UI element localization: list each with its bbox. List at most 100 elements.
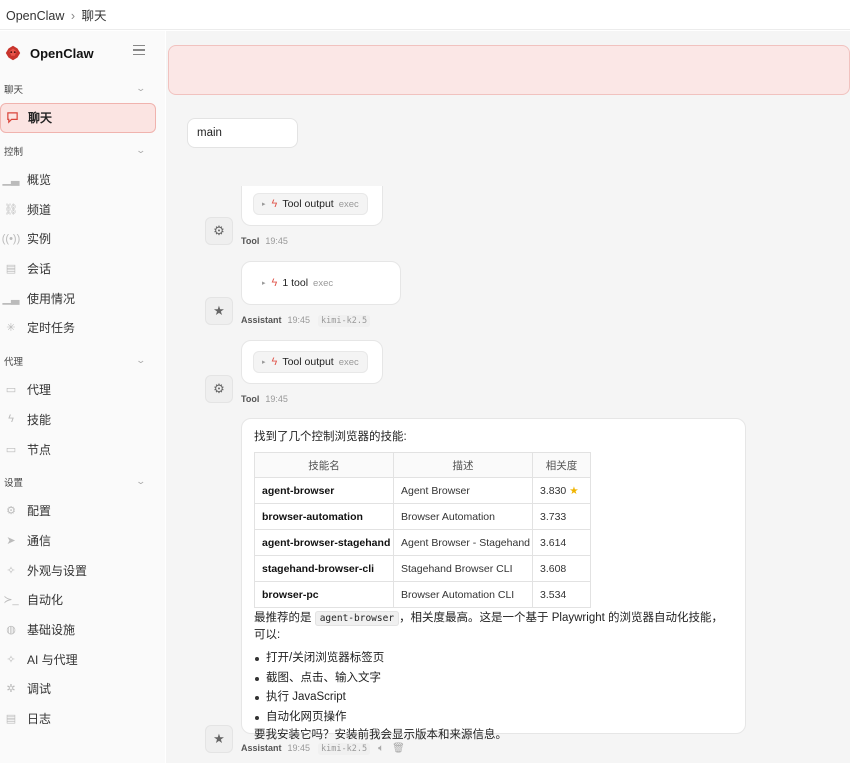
session-value: main	[197, 127, 222, 139]
tool-output-toggle[interactable]: ▸ ϟ Tool output exec	[253, 351, 368, 373]
sidebar-item-communication[interactable]: ➤ 通信	[0, 526, 165, 556]
session-selector[interactable]: main	[187, 118, 298, 148]
skill-desc: Agent Browser	[393, 477, 533, 504]
recommend-prefix: 最推荐的是	[254, 612, 312, 624]
table-row: stagehand-browser-cli Stagehand Browser …	[254, 555, 591, 582]
sidebar-item-sessions[interactable]: ▤ 会话	[0, 254, 165, 284]
message-intro: 找到了几个控制浏览器的技能:	[254, 431, 407, 443]
chevron-down-icon[interactable]: ⌄	[136, 476, 147, 487]
message-role: Assistant	[241, 743, 282, 753]
sidebar-section-control[interactable]: 控制 ⌄	[0, 137, 165, 165]
monitor-icon: ▭	[5, 443, 17, 456]
pill-label: Tool output	[282, 198, 334, 210]
sidebar-item-config[interactable]: ⚙ 配置	[0, 496, 165, 526]
chevron-down-icon[interactable]: ⌄	[136, 145, 147, 156]
sidebar-item-label: AI 与代理	[27, 652, 78, 667]
sparkle-icon: ✧	[6, 564, 16, 577]
star-icon: ★	[569, 484, 579, 497]
message-question: 要我安装它吗？安装前我会显示版本和来源信息。	[254, 729, 507, 741]
top-bar: OpenClaw › 聊天	[0, 0, 850, 30]
brand-name: OpenClaw	[30, 45, 94, 61]
chevron-down-icon[interactable]: ⌄	[136, 355, 147, 366]
brand: OpenClaw	[0, 31, 165, 75]
sidebar-section-settings[interactable]: 设置 ⌄	[0, 468, 165, 496]
skill-score: 3.830	[540, 484, 567, 497]
message-time: 19:45	[265, 236, 288, 246]
table-row: agent-browser Agent Browser 3.830 ★	[254, 477, 591, 504]
sidebar-item-automation[interactable]: ≻_ 自动化	[0, 585, 165, 615]
link-icon: ⛓	[4, 203, 18, 216]
breadcrumb-app[interactable]: OpenClaw	[6, 9, 64, 23]
skill-desc: Stagehand Browser CLI	[393, 555, 533, 582]
message-meta: Assistant 19:45 kimi-k2.5	[241, 315, 371, 327]
sidebar-item-nodes[interactable]: ▭ 节点	[0, 434, 165, 464]
caret-icon: ▸	[262, 280, 266, 287]
sidebar-item-label: 使用情况	[27, 291, 76, 306]
document-icon: ▤	[5, 263, 17, 276]
message-time: 19:45	[287, 315, 311, 325]
gear-icon: ⚙	[205, 375, 233, 403]
sidebar-item-instances[interactable]: ((•)) 实例	[0, 224, 165, 254]
sidebar-item-appearance[interactable]: ✧ 外观与设置	[0, 555, 165, 585]
speaker-icon[interactable]: 🔈︎	[378, 743, 384, 754]
sidebar-item-chat[interactable]: 聊天	[0, 103, 156, 133]
bolt-icon: ϟ	[271, 198, 278, 210]
sidebar-item-skills[interactable]: ϟ 技能	[0, 405, 165, 435]
list-item: 打开/关闭浏览器标签页	[254, 649, 733, 669]
model-badge: kimi-k2.5	[318, 743, 371, 755]
sidebar-section-title: 控制	[4, 146, 24, 158]
list-item: 执行 JavaScript	[254, 688, 733, 708]
bar-chart-icon: ▁▃	[2, 174, 20, 187]
skill-name: stagehand-browser-cli	[254, 555, 394, 582]
chat-bubble-icon	[5, 111, 19, 125]
skill-desc: Browser Automation	[393, 503, 533, 530]
bolt-icon: ϟ	[271, 277, 278, 289]
hamburger-icon[interactable]	[133, 45, 145, 56]
column-header: 描述	[393, 452, 533, 478]
skill-desc: Agent Browser - Stagehand	[393, 529, 533, 556]
message-time: 19:45	[265, 394, 288, 404]
skill-name: browser-automation	[254, 503, 394, 530]
tool-output-toggle[interactable]: ▸ ϟ Tool output exec	[253, 193, 368, 215]
sidebar-item-overview[interactable]: ▁▃ 概览	[0, 165, 165, 195]
sidebar-item-label: 技能	[27, 412, 52, 427]
sidebar-item-label: 调试	[27, 682, 52, 697]
sidebar-item-infrastructure[interactable]: ◍ 基础设施	[0, 615, 165, 645]
model-badge: kimi-k2.5	[318, 315, 371, 327]
column-header: 技能名	[254, 452, 394, 478]
sidebar-item-agents[interactable]: ▭ 代理	[0, 375, 165, 405]
sidebar-item-label: 自动化	[27, 593, 64, 608]
sidebar-item-usage[interactable]: ▁▃ 使用情况	[0, 283, 165, 313]
assistant-message-bubble: 找到了几个控制浏览器的技能: 技能名 描述 相关度 agent-browser …	[241, 418, 746, 741]
sidebar-item-label: 配置	[27, 504, 52, 519]
sidebar-item-label: 基础设施	[27, 622, 76, 637]
sidebar-section-agents[interactable]: 代理 ⌄	[0, 347, 165, 375]
skill-score: 3.614	[532, 529, 591, 556]
message-role: Assistant	[241, 315, 282, 325]
terminal-icon: ≻_	[3, 594, 19, 607]
trash-icon[interactable]: 🗑︎	[392, 743, 405, 754]
sidebar-item-label: 代理	[27, 383, 52, 398]
sidebar-item-logs[interactable]: ▤ 日志	[0, 704, 165, 734]
send-icon: ➤	[6, 534, 16, 547]
sidebar-item-ai-agents[interactable]: ✧ AI 与代理	[0, 644, 165, 674]
skill-name: agent-browser	[254, 477, 394, 504]
star-icon: ★	[205, 297, 233, 325]
sidebar-item-label: 定时任务	[27, 321, 76, 336]
sidebar-section-chat[interactable]: 聊天 ⌄	[0, 75, 165, 103]
sidebar-item-debug[interactable]: ✲ 调试	[0, 674, 165, 704]
sidebar-item-label: 外观与设置	[27, 563, 88, 578]
message-meta: Assistant 19:45 kimi-k2.5 🔈︎ 🗑︎	[241, 743, 405, 755]
chevron-down-icon[interactable]: ⌄	[136, 83, 147, 94]
message-role: Tool	[241, 394, 260, 404]
sidebar-item-label: 频道	[27, 202, 52, 217]
sidebar-section-title: 设置	[4, 477, 24, 489]
sidebar-item-label: 日志	[27, 712, 52, 727]
pill-sub: exec	[338, 198, 359, 210]
sparkle-icon: ✧	[6, 653, 16, 666]
tool-call-toggle[interactable]: ▸ ϟ 1 tool exec	[253, 272, 342, 294]
message-meta: Tool 19:45	[241, 236, 288, 246]
pill-label: Tool output	[282, 356, 334, 368]
sidebar-item-channels[interactable]: ⛓ 频道	[0, 194, 165, 224]
sidebar-item-cron[interactable]: ✳ 定时任务	[0, 313, 165, 343]
